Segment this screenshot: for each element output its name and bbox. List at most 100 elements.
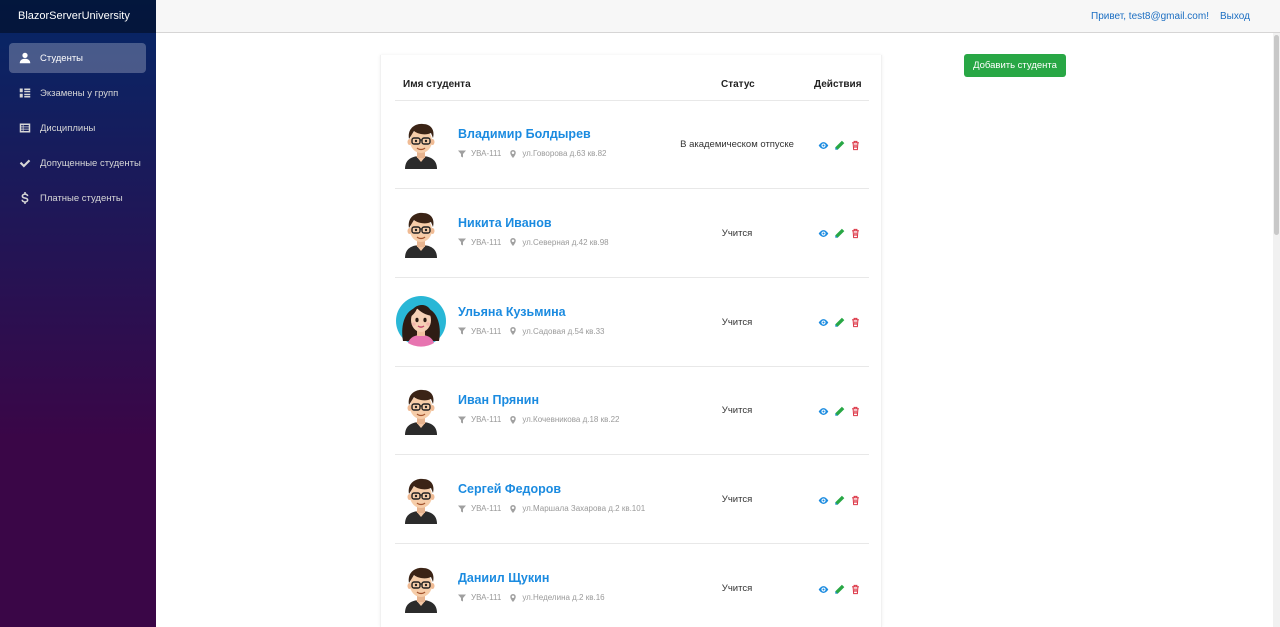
row-actions bbox=[817, 583, 865, 595]
scrollbar[interactable] bbox=[1273, 33, 1280, 627]
delete-button[interactable] bbox=[849, 228, 861, 240]
eye-icon bbox=[818, 230, 828, 238]
row-actions bbox=[817, 228, 865, 240]
map-marker-icon bbox=[510, 415, 517, 424]
student-name-link[interactable]: Сергей Федоров bbox=[458, 482, 561, 496]
view-button[interactable] bbox=[817, 494, 829, 506]
edit-button[interactable] bbox=[833, 317, 845, 329]
edit-button[interactable] bbox=[833, 228, 845, 240]
table-header: Имя студента Статус Действия bbox=[381, 79, 883, 101]
student-group: УВА-111 bbox=[471, 237, 502, 247]
brand[interactable]: BlazorServerUniversity bbox=[0, 0, 156, 33]
add-student-button[interactable]: Добавить студента bbox=[964, 54, 1066, 77]
dollar-icon bbox=[18, 192, 31, 205]
eye-icon bbox=[818, 141, 828, 149]
students-table: Имя студента Статус Действия Владимир Бо… bbox=[380, 55, 882, 627]
student-address: ул.Маршала Захарова д.2 кв.101 bbox=[522, 504, 646, 514]
row-actions bbox=[817, 139, 865, 151]
student-group: УВА-111 bbox=[471, 326, 502, 336]
map-marker-icon bbox=[510, 593, 517, 602]
edit-button[interactable] bbox=[833, 494, 845, 506]
sidebar-item-label: Платные студенты bbox=[40, 192, 123, 204]
top-bar: Привет, test8@gmail.com! Выход bbox=[156, 0, 1280, 33]
sidebar-item-exams[interactable]: Экзамены у групп bbox=[9, 78, 146, 108]
student-name-link[interactable]: Иван Прянин bbox=[458, 393, 539, 407]
eye-icon bbox=[818, 585, 828, 593]
student-meta: УВА-111 ул.Садовая д.54 кв.33 bbox=[458, 327, 605, 336]
delete-button[interactable] bbox=[849, 139, 861, 151]
student-name-link[interactable]: Владимир Болдырев bbox=[458, 127, 591, 141]
avatar bbox=[395, 472, 447, 525]
student-name-link[interactable]: Никита Иванов bbox=[458, 216, 552, 230]
view-button[interactable] bbox=[817, 583, 829, 595]
student-status: Учится bbox=[721, 583, 753, 594]
column-header-name: Имя студента bbox=[403, 79, 471, 90]
delete-button[interactable] bbox=[849, 494, 861, 506]
view-button[interactable] bbox=[817, 405, 829, 417]
student-address: ул.Говорова д.63 кв.82 bbox=[522, 149, 607, 158]
student-name-link[interactable]: Ульяна Кузьмина bbox=[458, 305, 566, 319]
scrollbar-thumb[interactable] bbox=[1274, 35, 1279, 235]
student-address: ул.Северная д.42 кв.98 bbox=[522, 237, 609, 247]
user-greeting-link[interactable]: Привет, test8@gmail.com! bbox=[1091, 11, 1209, 22]
trash-icon bbox=[851, 140, 859, 150]
student-meta: УВА-111 ул.Неделина д.2 кв.16 bbox=[458, 593, 605, 602]
student-meta: УВА-111 ул.Кочевникова д.18 кв.22 bbox=[458, 415, 619, 424]
pencil-icon bbox=[834, 406, 844, 416]
delete-button[interactable] bbox=[849, 405, 861, 417]
sidebar-item-paid[interactable]: Платные студенты bbox=[9, 183, 146, 213]
row-actions bbox=[817, 494, 865, 506]
sidebar-item-disciplines[interactable]: Дисциплины bbox=[9, 113, 146, 143]
sidebar-item-students[interactable]: Студенты bbox=[9, 43, 146, 73]
row-actions bbox=[817, 317, 865, 329]
view-button[interactable] bbox=[817, 317, 829, 329]
student-name-link[interactable]: Даниил Щукин bbox=[458, 571, 549, 585]
view-button[interactable] bbox=[817, 139, 829, 151]
student-meta: УВА-111 ул.Говорова д.63 кв.82 bbox=[458, 149, 607, 158]
column-header-actions: Действия bbox=[814, 79, 862, 90]
student-status: Учится bbox=[721, 227, 753, 239]
trash-icon bbox=[851, 495, 859, 505]
sidebar-item-admitted[interactable]: Допущенные студенты bbox=[9, 148, 146, 178]
filter-icon bbox=[458, 327, 466, 335]
student-group: УВА-111 bbox=[471, 149, 502, 158]
trash-icon bbox=[851, 229, 859, 239]
filter-icon bbox=[458, 416, 466, 424]
student-status: В академическом отпуске bbox=[680, 139, 794, 150]
row-actions bbox=[817, 405, 865, 417]
student-group: УВА-111 bbox=[471, 504, 502, 514]
student-address: ул.Кочевникова д.18 кв.22 bbox=[522, 415, 620, 425]
pencil-icon bbox=[834, 140, 844, 150]
person-icon bbox=[18, 52, 31, 65]
eye-icon bbox=[818, 407, 828, 415]
avatar bbox=[395, 206, 447, 258]
edit-button[interactable] bbox=[833, 583, 845, 595]
student-status: Учится bbox=[721, 405, 753, 417]
student-group: УВА-111 bbox=[471, 593, 502, 602]
filter-icon bbox=[458, 594, 466, 601]
table-row: Иван Прянин УВА-111 ул.Кочевникова д.18 … bbox=[381, 366, 883, 454]
map-marker-icon bbox=[510, 238, 517, 247]
sidebar-item-label: Дисциплины bbox=[40, 122, 96, 134]
avatar bbox=[395, 561, 447, 613]
avatar bbox=[395, 295, 447, 347]
student-address: ул.Неделина д.2 кв.16 bbox=[522, 593, 605, 602]
delete-button[interactable] bbox=[849, 317, 861, 329]
delete-button[interactable] bbox=[849, 583, 861, 595]
sidebar-item-label: Допущенные студенты bbox=[40, 157, 141, 169]
list-icon bbox=[18, 122, 31, 135]
edit-button[interactable] bbox=[833, 405, 845, 417]
student-status: Учится bbox=[721, 316, 753, 328]
table-row: Владимир Болдырев УВА-111 ул.Говорова д.… bbox=[381, 100, 883, 188]
logout-link[interactable]: Выход bbox=[1220, 11, 1250, 22]
table-row: Даниил Щукин УВА-111 ул.Неделина д.2 кв.… bbox=[381, 544, 883, 627]
filter-icon bbox=[458, 150, 466, 157]
student-status: Учится bbox=[721, 494, 753, 506]
student-group: УВА-111 bbox=[471, 415, 502, 425]
map-marker-icon bbox=[510, 504, 517, 513]
table-row: Сергей Федоров УВА-111 ул.Маршала Захаро… bbox=[381, 455, 883, 543]
view-button[interactable] bbox=[817, 228, 829, 240]
sidebar: BlazorServerUniversity Студенты Экзамены… bbox=[0, 0, 156, 627]
edit-button[interactable] bbox=[833, 139, 845, 151]
check-icon bbox=[18, 157, 31, 170]
